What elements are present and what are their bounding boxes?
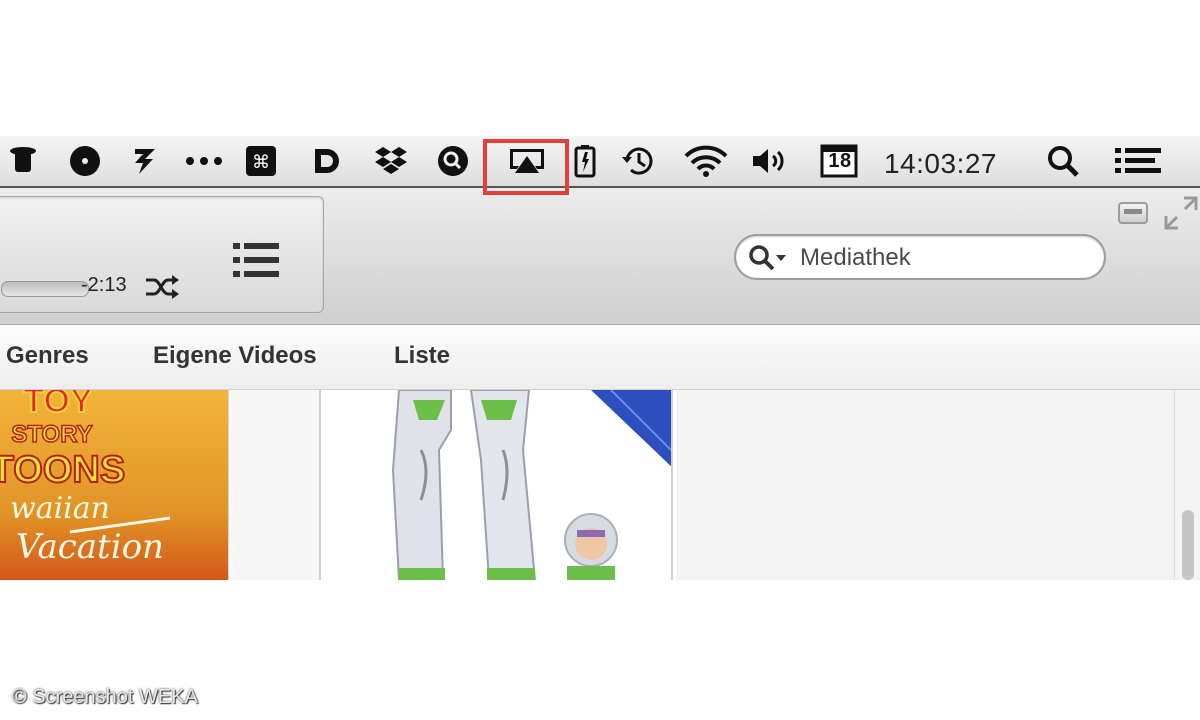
empty-grid-area [676, 390, 1174, 580]
search-input[interactable] [798, 242, 1092, 274]
movie-poster-toy-story-toons[interactable]: TOY STORY TOONS waiian Vacation [0, 390, 228, 580]
poster-subtitle-line2: Vacation [16, 527, 164, 567]
lightning-icon[interactable] [128, 145, 162, 177]
poster-title-line3: TOONS [0, 449, 125, 491]
spotlight-icon[interactable] [1046, 145, 1080, 177]
nav-genres[interactable]: Genres [6, 342, 89, 370]
volume-icon[interactable] [750, 145, 788, 177]
time-machine-icon[interactable] [620, 145, 658, 177]
command-key-icon[interactable]: ⌘ [244, 145, 278, 177]
up-next-list-icon[interactable] [233, 241, 279, 284]
scrollbar-thumb[interactable] [1182, 510, 1194, 580]
notification-list-icon[interactable] [1114, 145, 1162, 177]
search-dropdown-icon[interactable] [748, 244, 790, 279]
magnifier-app-icon[interactable] [436, 145, 470, 177]
airplay-highlight-frame [483, 139, 569, 195]
media-grid: TOY STORY TOONS waiian Vacation [0, 390, 1200, 580]
svg-text:⌘: ⌘ [252, 152, 270, 173]
now-playing-display: -2:13 [0, 196, 324, 313]
movie-poster-buzz-lightyear[interactable] [319, 390, 673, 580]
nav-liste[interactable]: Liste [394, 342, 450, 370]
playback-progress-bar[interactable] [1, 281, 89, 297]
screenshot-credit: © Screenshot WEKA [12, 686, 198, 708]
poster-title-line2: STORY [11, 421, 92, 448]
top-hat-icon[interactable] [6, 145, 40, 177]
nav-eigene-videos[interactable]: Eigene Videos [153, 342, 317, 370]
library-search-field[interactable] [734, 234, 1106, 280]
battery-icon[interactable] [568, 145, 602, 178]
shuffle-icon[interactable] [144, 273, 180, 306]
calendar-day: 18 [828, 150, 852, 172]
menu-bar: ⌘ 18 14:03:27 [0, 136, 1200, 195]
overflow-dots-icon[interactable] [184, 145, 224, 177]
grid-gutter [229, 390, 319, 580]
poster-title-line1: TOY [23, 390, 93, 420]
wifi-icon[interactable] [682, 145, 730, 177]
fullscreen-icon[interactable] [1164, 196, 1198, 235]
menubar-clock[interactable]: 14:03:27 [884, 148, 997, 180]
disc-icon[interactable] [68, 145, 102, 177]
mini-player-button[interactable] [1118, 202, 1148, 224]
remaining-time: -2:13 [81, 274, 127, 296]
dropbox-icon[interactable] [372, 145, 410, 177]
d-app-icon[interactable] [310, 145, 344, 177]
poster-subtitle-line1: waiian [10, 491, 110, 526]
itunes-toolbar: -2:13 [0, 188, 1200, 325]
library-category-bar: Genres Eigene Videos Liste [0, 325, 1200, 390]
